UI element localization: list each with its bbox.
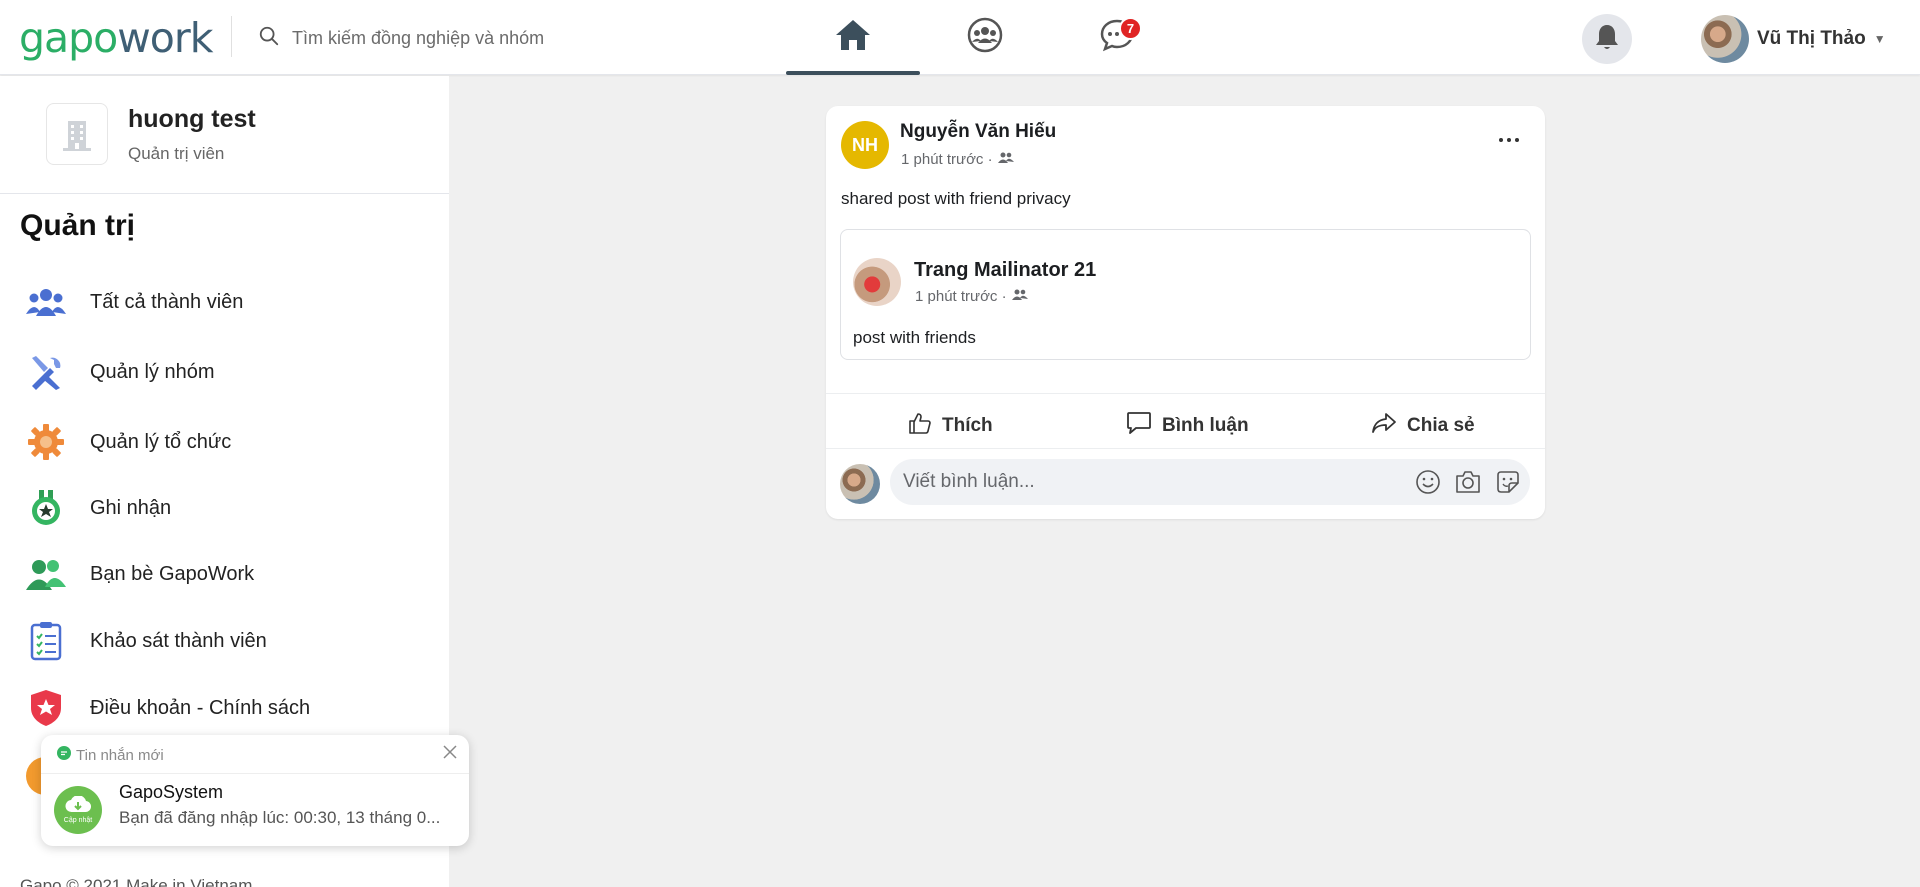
post-meta: 1 phút trước ·: [901, 151, 1014, 168]
search-input[interactable]: Tìm kiếm đồng nghiệp và nhóm: [292, 28, 544, 49]
user-name: Vũ Thị Thảo: [1757, 28, 1866, 49]
commenter-avatar: [840, 464, 880, 504]
shared-post-time[interactable]: 1 phút trước ·: [915, 288, 1007, 305]
nav-chat-tab[interactable]: 7: [1087, 12, 1147, 62]
comment-label: Bình luận: [1162, 415, 1249, 436]
share-button[interactable]: Chia sẻ: [1371, 405, 1475, 447]
update-icon-caption: Cập nhật: [63, 817, 93, 824]
feed-post: NH Nguyễn Văn Hiếu 1 phút trước · shared…: [826, 106, 1545, 519]
bell-icon: [1594, 23, 1620, 56]
org-role: Quản trị viên: [128, 144, 225, 163]
sidebar-item-label: Ghi nhận: [90, 496, 172, 519]
members-icon: [24, 280, 68, 324]
gapowork-logo[interactable]: gapowork: [19, 14, 213, 62]
logo-part-gapo: gapo: [19, 14, 118, 62]
building-icon: [46, 103, 108, 165]
comment-button[interactable]: Bình luận: [1126, 405, 1249, 447]
comment-placeholder: Viết bình luận...: [903, 471, 1035, 492]
update-icon: Cập nhật: [54, 786, 102, 834]
friends-privacy-icon: [1011, 288, 1028, 305]
comment-icon: [1126, 411, 1152, 441]
friends-icon: [24, 552, 68, 596]
share-arrow-icon: [1371, 412, 1397, 440]
comment-divider: [826, 448, 1545, 449]
groups-icon: [967, 17, 1003, 58]
search-bar[interactable]: Tìm kiếm đồng nghiệp và nhóm: [258, 24, 544, 52]
tools-icon: [24, 350, 68, 394]
sidebar-item-group-management[interactable]: Quản lý nhóm: [24, 350, 215, 394]
comment-input[interactable]: Viết bình luận...: [890, 459, 1530, 505]
sidebar-divider: [0, 193, 449, 194]
thumbs-up-icon: [908, 411, 932, 441]
org-header[interactable]: huong test Quản trị viên: [46, 103, 256, 165]
chevron-down-icon: ▼: [1873, 32, 1886, 46]
post-text: shared post with friend privacy: [841, 189, 1071, 208]
sidebar-item-label: Quản lý tổ chức: [90, 430, 232, 453]
sidebar-item-label: Khảo sát thành viên: [90, 629, 267, 652]
toast-divider: [41, 773, 469, 774]
post-author-name[interactable]: Nguyễn Văn Hiếu: [900, 121, 1056, 143]
post-time[interactable]: 1 phút trước ·: [901, 151, 993, 168]
post-author-avatar[interactable]: NH: [841, 121, 889, 169]
sidebar-item-org-management[interactable]: Quản lý tổ chức: [24, 420, 231, 464]
shared-author-name[interactable]: Trang Mailinator 21: [914, 259, 1096, 282]
actions-divider: [826, 393, 1545, 394]
toast-header: Tin nhắn mới: [57, 746, 164, 764]
shield-icon: [24, 686, 68, 730]
nav-home-tab[interactable]: [823, 12, 883, 62]
comment-tools: [1414, 468, 1522, 496]
logo-divider: [231, 16, 232, 57]
sidebar-item-all-members[interactable]: Tất cả thành viên: [24, 280, 243, 324]
home-icon: [834, 18, 872, 57]
shared-post[interactable]: Trang Mailinator 21 1 phút trước · post …: [840, 229, 1531, 360]
sidebar-item-label: Điều khoản - Chính sách: [90, 696, 311, 719]
toast-body: Bạn đã đăng nhập lúc: 00:30, 13 tháng 0.…: [119, 808, 441, 827]
shared-post-meta: 1 phút trước ·: [915, 288, 1028, 305]
friends-privacy-icon: [997, 151, 1014, 168]
camera-icon[interactable]: [1454, 468, 1482, 496]
close-toast-button[interactable]: [441, 744, 459, 764]
sidebar-item-label: Quản lý nhóm: [90, 360, 215, 383]
user-avatar: [1701, 15, 1749, 63]
chat-unread-badge: 7: [1119, 17, 1142, 40]
notifications-button[interactable]: [1582, 14, 1632, 64]
medal-icon: [24, 486, 68, 530]
sidebar-item-label: Bạn bè GapoWork: [90, 562, 255, 585]
sidebar-item-gapowork-friends[interactable]: Bạn bè GapoWork: [24, 552, 254, 596]
new-message-toast[interactable]: Tin nhắn mới Cập nhật GapoSystem Bạn đã …: [41, 735, 469, 846]
top-bar: gapowork Tìm kiếm đồng nghiệp và nhóm 7 …: [0, 0, 1920, 75]
like-label: Thích: [942, 415, 993, 436]
sidebar-item-label: Tất cả thành viên: [90, 290, 244, 313]
search-icon: [258, 25, 280, 52]
sidebar-item-terms-policy[interactable]: Điều khoản - Chính sách: [24, 686, 310, 730]
toast-header-label: Tin nhắn mới: [76, 746, 164, 764]
emoji-icon[interactable]: [1414, 468, 1442, 496]
shared-post-text: post with friends: [853, 328, 976, 347]
logo-part-work: work: [117, 14, 213, 62]
survey-icon: [24, 619, 68, 663]
shared-author-avatar[interactable]: [853, 258, 901, 306]
section-title: Quản trị: [20, 209, 136, 242]
sidebar-item-recognition[interactable]: Ghi nhận: [24, 486, 171, 530]
close-icon: [443, 744, 457, 764]
user-menu[interactable]: Vũ Thị Thảo ▼: [1701, 14, 1886, 64]
post-options-button[interactable]: [1491, 128, 1527, 152]
sticker-icon[interactable]: [1494, 468, 1522, 496]
sidebar-item-member-survey[interactable]: Khảo sát thành viên: [24, 619, 267, 663]
org-name: huong test: [128, 105, 256, 133]
nav-groups-tab[interactable]: [955, 12, 1015, 62]
gear-icon: [24, 420, 68, 464]
sidebar-footer: Gapo © 2021 Make in Vietnam: [20, 876, 253, 887]
active-tab-indicator: [786, 71, 920, 75]
like-button[interactable]: Thích: [908, 405, 993, 447]
toast-title: GapoSystem: [119, 782, 224, 802]
share-label: Chia sẻ: [1407, 415, 1475, 436]
message-dot-icon: [57, 746, 71, 764]
